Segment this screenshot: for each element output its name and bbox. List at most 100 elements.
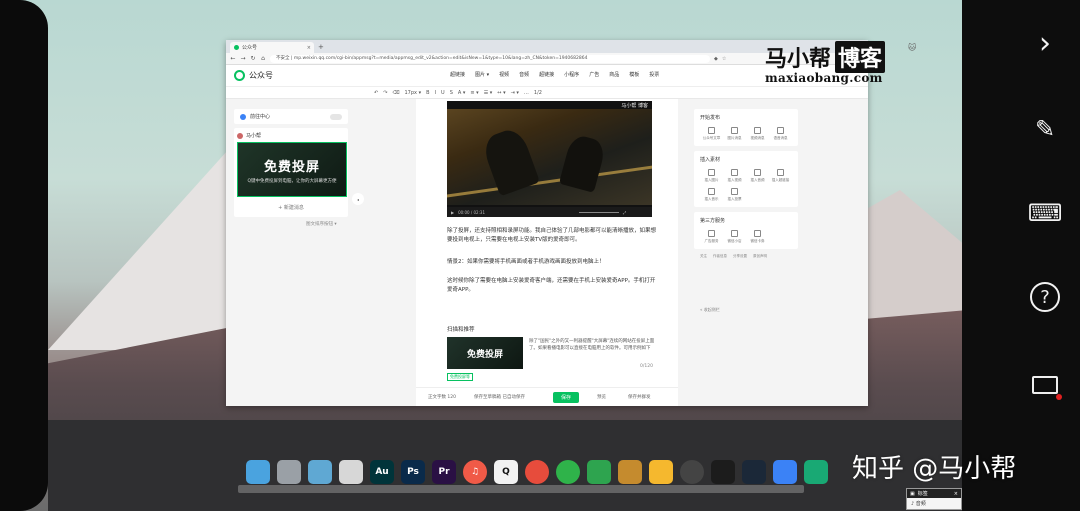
extension-icon[interactable]: ◆ <box>714 56 718 62</box>
insert-menu-item[interactable]: 模板 <box>629 71 639 78</box>
close-tab-icon[interactable]: × <box>307 45 311 51</box>
recommend-card[interactable]: 免费投屏 除了"国民"之外的又一利器提醒"大屏幕"连续的网站在投屏上面了。如果看… <box>447 337 657 369</box>
new-tab-button[interactable]: + <box>318 42 324 53</box>
redo-button[interactable]: ↷ <box>383 90 387 96</box>
add-article-button[interactable]: + 新建消息 <box>237 204 345 211</box>
dock-chrome-icon[interactable] <box>525 460 549 484</box>
cover-title: 免费投屏 <box>263 159 320 175</box>
underline-button[interactable]: U <box>441 90 445 96</box>
panel-link[interactable]: 原创声明 <box>753 254 767 259</box>
italic-button[interactable]: I <box>435 90 436 96</box>
spacing-button[interactable]: ↔ ▾ <box>497 90 505 96</box>
play-icon[interactable]: ▶ <box>451 210 454 215</box>
dock-photoshop-icon[interactable]: Ps <box>401 460 425 484</box>
publish-button[interactable]: 保存并群发 <box>628 394 651 400</box>
list-button[interactable]: ☰ ▾ <box>484 90 493 96</box>
dock-steam-icon[interactable] <box>742 460 766 484</box>
insert-menu-item[interactable]: 超链接 <box>539 71 554 78</box>
browser-tab[interactable]: 公众号 × <box>230 42 314 53</box>
panel-item-label: 视频消息 <box>750 136 765 140</box>
dock-refresh-icon[interactable] <box>711 460 735 484</box>
font-color-button[interactable]: A ▾ <box>458 90 466 96</box>
collapse-pin-icon[interactable]: ◂ <box>352 193 364 205</box>
panel-item[interactable]: 微信卡券 <box>746 230 769 244</box>
bookmark-icon[interactable]: ☆ <box>722 56 726 62</box>
panel-item[interactable]: 图片消息 <box>723 127 746 141</box>
dock-premiere-icon[interactable]: Pr <box>432 460 456 484</box>
back-icon[interactable]: ← <box>230 55 236 62</box>
dock-clock-icon[interactable] <box>680 460 704 484</box>
dock-rocket-icon[interactable] <box>339 460 363 484</box>
dock-shield-icon[interactable] <box>649 460 673 484</box>
reload-icon[interactable]: ↻ <box>250 55 256 62</box>
pen-icon[interactable]: ✎ <box>1028 112 1062 146</box>
dock-download-icon[interactable] <box>773 460 797 484</box>
panel-item[interactable]: 插入图片 <box>700 169 723 183</box>
forward-icon[interactable]: → <box>240 55 246 62</box>
font-size-select[interactable]: 17px ▾ <box>404 90 421 96</box>
panel-item[interactable]: 插入投票 <box>723 188 746 202</box>
panel-item[interactable]: 公众号文章 <box>700 127 723 141</box>
indent-button[interactable]: ⇥ ▾ <box>511 90 519 96</box>
volume-slider[interactable] <box>579 211 620 213</box>
dock-music-icon[interactable]: ♫ <box>463 460 487 484</box>
home-icon[interactable]: ⌂ <box>260 55 266 62</box>
help-icon[interactable]: ? <box>1030 282 1060 312</box>
chevron-right-icon[interactable]: › <box>1028 26 1062 61</box>
dock-messages-icon[interactable] <box>587 460 611 484</box>
insert-menu-item[interactable]: 商品 <box>609 71 619 78</box>
image-icon <box>731 127 738 134</box>
dock-play-icon[interactable] <box>804 460 828 484</box>
align-button[interactable]: ≡ ▾ <box>470 90 478 96</box>
keyboard-icon[interactable]: ⌨ <box>1028 196 1063 230</box>
undo-button[interactable]: ↶ <box>374 90 378 96</box>
url-input[interactable]: 不安全 | mp.weixin.qq.com/cgi-bin/appmsg?t=… <box>270 54 710 63</box>
panel-item[interactable]: 语音消息 <box>769 127 792 141</box>
panel-link[interactable]: 作者信息 <box>713 254 727 259</box>
mini-window-title: 标签 <box>917 491 928 497</box>
notification-row[interactable]: 前往中心 <box>234 109 348 124</box>
screen-record-icon[interactable] <box>1028 368 1062 402</box>
panel-item[interactable]: 插入超链接 <box>769 169 792 183</box>
notification-toggle[interactable] <box>330 113 342 120</box>
panel-link[interactable]: 关注 <box>700 254 707 259</box>
bold-button[interactable]: B <box>426 90 429 96</box>
more-button[interactable]: … <box>524 90 529 96</box>
panel-link[interactable]: 分享设置 <box>733 254 747 259</box>
insert-menu-item[interactable]: 音频 <box>519 71 529 78</box>
dock-audition-icon[interactable]: Au <box>370 460 394 484</box>
panel-item[interactable]: 插入音频 <box>746 169 769 183</box>
mini-window-body: ♪ 音频 <box>911 501 926 507</box>
panel-item[interactable]: 插入音乐 <box>700 188 723 202</box>
panel-item[interactable]: 广告服务 <box>700 230 723 244</box>
save-button[interactable]: 保存 <box>552 391 579 403</box>
panel-item[interactable]: 微信小店 <box>723 230 746 244</box>
sort-link[interactable]: 图文排序按钮 ▾ <box>234 221 348 227</box>
fullscreen-icon[interactable]: ⤢ <box>623 210 626 215</box>
insert-menu-item[interactable]: 图片 ▾ <box>475 71 489 78</box>
strikethrough-button[interactable]: S <box>450 90 453 96</box>
dock-cat-icon[interactable] <box>618 460 642 484</box>
dock-qq-icon[interactable]: Q <box>494 460 518 484</box>
recommend-tag[interactable]: 免费投屏等 <box>447 373 473 381</box>
dock-trash-icon[interactable] <box>277 460 301 484</box>
insert-menu-item[interactable]: 投票 <box>649 71 659 78</box>
editor-body[interactable]: 马小帮 博客 ▶ 00:00 / 02:31 ⤢ 除了投屏，还支持照相和录屏功能… <box>416 99 678 406</box>
panel-item[interactable]: 视频消息 <box>746 127 769 141</box>
insert-menu-item[interactable]: 广告 <box>589 71 599 78</box>
close-icon[interactable]: × <box>954 491 958 497</box>
ad-icon <box>708 230 715 237</box>
mini-window[interactable]: ▣ 标签 × ♪ 音频 <box>906 488 962 510</box>
collapse-panel-button[interactable]: « 收起侧栏 <box>694 307 798 313</box>
dock-finder-icon[interactable] <box>308 460 332 484</box>
panel-item[interactable]: 插入视频 <box>723 169 746 183</box>
preview-button[interactable]: 预览 <box>597 394 606 400</box>
clear-format-button[interactable]: ⌫ <box>392 90 399 96</box>
insert-menu-item[interactable]: 超链接 <box>450 71 465 78</box>
insert-menu-item[interactable]: 小程序 <box>564 71 579 78</box>
dock-wechat-icon[interactable] <box>556 460 580 484</box>
insert-menu-item[interactable]: 视频 <box>499 71 509 78</box>
dock-monitor-icon[interactable] <box>246 460 270 484</box>
cover-thumbnail[interactable]: 免费投屏 Q键中免费投屏到电脑，让你的大屏幕更方便 <box>237 142 347 197</box>
video-player[interactable]: 马小帮 博客 ▶ 00:00 / 02:31 ⤢ <box>447 101 652 217</box>
